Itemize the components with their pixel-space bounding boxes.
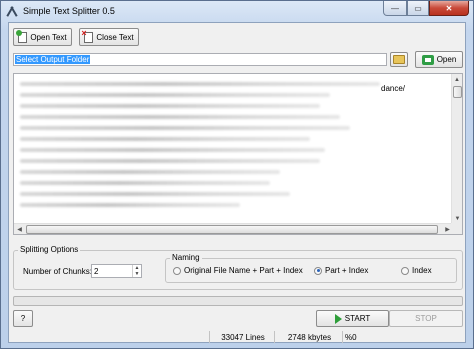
text-preview-area[interactable]: dance/ ▲ ▼ ◀ ▶ xyxy=(13,73,463,235)
status-file-size: 2748 kbytes xyxy=(274,331,342,343)
horizontal-scrollbar[interactable]: ◀ ▶ xyxy=(14,223,453,234)
blurred-line xyxy=(20,159,320,163)
close-window-button[interactable]: ✕ xyxy=(429,1,469,16)
window-controls: — ▭ ✕ xyxy=(383,1,469,16)
open-folder-label: Open xyxy=(436,55,457,64)
start-button[interactable]: START xyxy=(316,310,389,327)
naming-option-index[interactable]: Index xyxy=(401,266,432,275)
naming-option-label: Index xyxy=(412,266,432,275)
radio-button-icon[interactable] xyxy=(401,266,409,275)
radio-button-icon[interactable] xyxy=(173,266,181,275)
naming-option-part-index[interactable]: Part + Index xyxy=(314,266,368,275)
blurred-line xyxy=(20,93,330,97)
splitting-options-legend: Splitting Options xyxy=(18,245,81,254)
browse-folder-button[interactable] xyxy=(390,52,408,67)
scroll-up-icon[interactable]: ▲ xyxy=(452,74,462,85)
blurred-line xyxy=(20,82,380,86)
chunks-spinner[interactable]: 2 ▲ ▼ xyxy=(91,264,142,278)
blurred-line xyxy=(20,170,280,174)
help-button[interactable]: ? xyxy=(13,310,33,327)
naming-option-label: Part + Index xyxy=(325,266,369,275)
blurred-line xyxy=(20,115,340,119)
play-icon xyxy=(334,313,342,324)
blurred-line xyxy=(20,181,270,185)
blurred-line xyxy=(20,192,290,196)
vertical-scroll-thumb[interactable] xyxy=(453,86,462,98)
status-spacer xyxy=(9,331,209,343)
status-bar: 33047 Lines 2748 kbytes %0 xyxy=(9,331,465,343)
blurred-line xyxy=(20,126,350,130)
progress-bar xyxy=(13,296,463,306)
open-text-label: Open Text xyxy=(30,32,67,42)
blurred-line xyxy=(20,203,240,207)
horizontal-scroll-thumb[interactable] xyxy=(26,225,438,234)
status-line-count: 33047 Lines xyxy=(209,331,274,343)
client-area: Open Text Close Text Select Output Folde… xyxy=(8,22,466,343)
open-text-button[interactable]: Open Text xyxy=(13,28,72,46)
maximize-button[interactable]: ▭ xyxy=(407,1,429,16)
spinner-arrows[interactable]: ▲ ▼ xyxy=(132,265,141,277)
folder-icon xyxy=(393,55,405,64)
app-scissors-icon xyxy=(5,5,19,17)
output-folder-value: Select Output Folder xyxy=(15,55,91,64)
close-document-icon xyxy=(81,28,94,43)
open-folder-button[interactable]: Open xyxy=(415,51,463,68)
naming-option-label: Original File Name + Part + Index xyxy=(184,266,303,275)
spin-down-icon[interactable]: ▼ xyxy=(133,271,141,277)
vertical-scrollbar[interactable]: ▲ ▼ xyxy=(451,74,462,224)
blurred-line xyxy=(20,104,320,108)
blurred-line xyxy=(20,148,325,152)
naming-option-original[interactable]: Original File Name + Part + Index xyxy=(173,266,303,275)
chunks-label: Number of Chunks: xyxy=(23,267,92,276)
stop-button[interactable]: STOP xyxy=(389,310,463,327)
chunks-value: 2 xyxy=(94,266,99,276)
open-document-icon xyxy=(16,29,28,43)
visible-text-fragment: dance/ xyxy=(381,84,406,93)
status-percent: %0 xyxy=(342,331,465,343)
naming-legend: Naming xyxy=(170,253,202,262)
close-text-button[interactable]: Close Text xyxy=(79,28,139,46)
blurred-line xyxy=(20,137,310,141)
close-text-label: Close Text xyxy=(96,32,134,42)
scrollbar-corner xyxy=(451,223,462,234)
open-folder-icon xyxy=(421,54,434,65)
minimize-button[interactable]: — xyxy=(383,1,407,16)
window-title: Simple Text Splitter 0.5 xyxy=(23,6,115,16)
title-bar[interactable]: Simple Text Splitter 0.5 — ▭ ✕ xyxy=(1,1,473,21)
blurred-text-lines xyxy=(20,82,380,214)
scroll-left-icon[interactable]: ◀ xyxy=(14,224,25,234)
start-label: START xyxy=(344,314,371,323)
output-folder-field[interactable]: Select Output Folder xyxy=(13,53,387,66)
radio-button-selected-icon[interactable] xyxy=(314,266,322,275)
app-window: Simple Text Splitter 0.5 — ▭ ✕ Open Text… xyxy=(0,0,474,349)
